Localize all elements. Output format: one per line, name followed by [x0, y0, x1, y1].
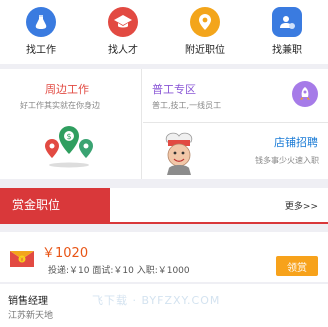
red-envelope-icon: ¥ [10, 251, 34, 267]
promo-nearby-jobs[interactable]: 周边工作 好工作其实就在你身边 $ [0, 69, 142, 179]
rocket-icon [292, 81, 318, 107]
nav-part-time[interactable]: 找兼职 [246, 0, 328, 64]
promo-general-title: 普工专区 [152, 83, 196, 96]
nav-find-job[interactable]: 找工作 [0, 0, 82, 64]
promo-store-subtitle: 钱多事少火速入职 [255, 156, 319, 165]
nav-nearby-jobs-label: 附近职位 [185, 45, 225, 56]
nav-find-talent-label: 找人才 [108, 45, 138, 56]
promo-store-hiring[interactable]: 店铺招聘 钱多事少火速入职 [143, 124, 328, 179]
job-location: 江苏新天地 [8, 311, 54, 321]
quick-nav: 找工作 找人才 附近职位 找兼职 [0, 0, 328, 64]
job-title: 销售经理 [8, 296, 48, 307]
bottle-icon [26, 7, 56, 37]
promo-general-subtitle: 普工,技工,一线员工 [152, 101, 222, 110]
promo-general-labor[interactable]: 普工专区 普工,技工,一线员工 [143, 69, 328, 123]
more-link[interactable]: 更多>> [285, 199, 318, 212]
bounty-jobs-header: 赏金职位 更多>> [0, 188, 328, 224]
nav-nearby-jobs[interactable]: 附近职位 [164, 0, 246, 64]
job-details[interactable]: 销售经理 江苏新天地 飞下载 · BYFZXY.COM [0, 284, 328, 327]
svg-text:¥: ¥ [20, 258, 23, 264]
nav-find-job-label: 找工作 [26, 45, 56, 56]
person-badge-icon [272, 7, 302, 37]
bounty-breakdown: 投递:￥10 面试:￥10 入职:￥1000 [48, 266, 190, 276]
promo-nearby-subtitle: 好工作其实就在你身边 [20, 101, 100, 110]
nav-part-time-label: 找兼职 [272, 45, 302, 56]
watermark: 飞下载 · BYFZXY.COM [92, 294, 221, 307]
promo-nearby-title: 周边工作 [45, 83, 89, 96]
bounty-price: ￥1020 [42, 246, 89, 261]
claim-button[interactable]: 领赏 [276, 256, 318, 276]
job-card[interactable]: ¥ ￥1020 投递:￥10 面试:￥10 入职:￥1000 领赏 [0, 232, 328, 282]
promo-store-title: 店铺招聘 [274, 136, 318, 149]
chef-character-icon [165, 132, 193, 175]
promo-grid: 周边工作 好工作其实就在你身边 $ 普工专区 普工,技工,一线员工 店铺招聘 钱… [0, 69, 328, 179]
svg-text:$: $ [66, 132, 71, 141]
location-pin-icon [190, 7, 220, 37]
map-pins-icon: $ [45, 126, 93, 168]
nav-find-talent[interactable]: 找人才 [82, 0, 164, 64]
bounty-jobs-title: 赏金职位 [0, 188, 110, 222]
graduation-cap-icon [108, 7, 138, 37]
